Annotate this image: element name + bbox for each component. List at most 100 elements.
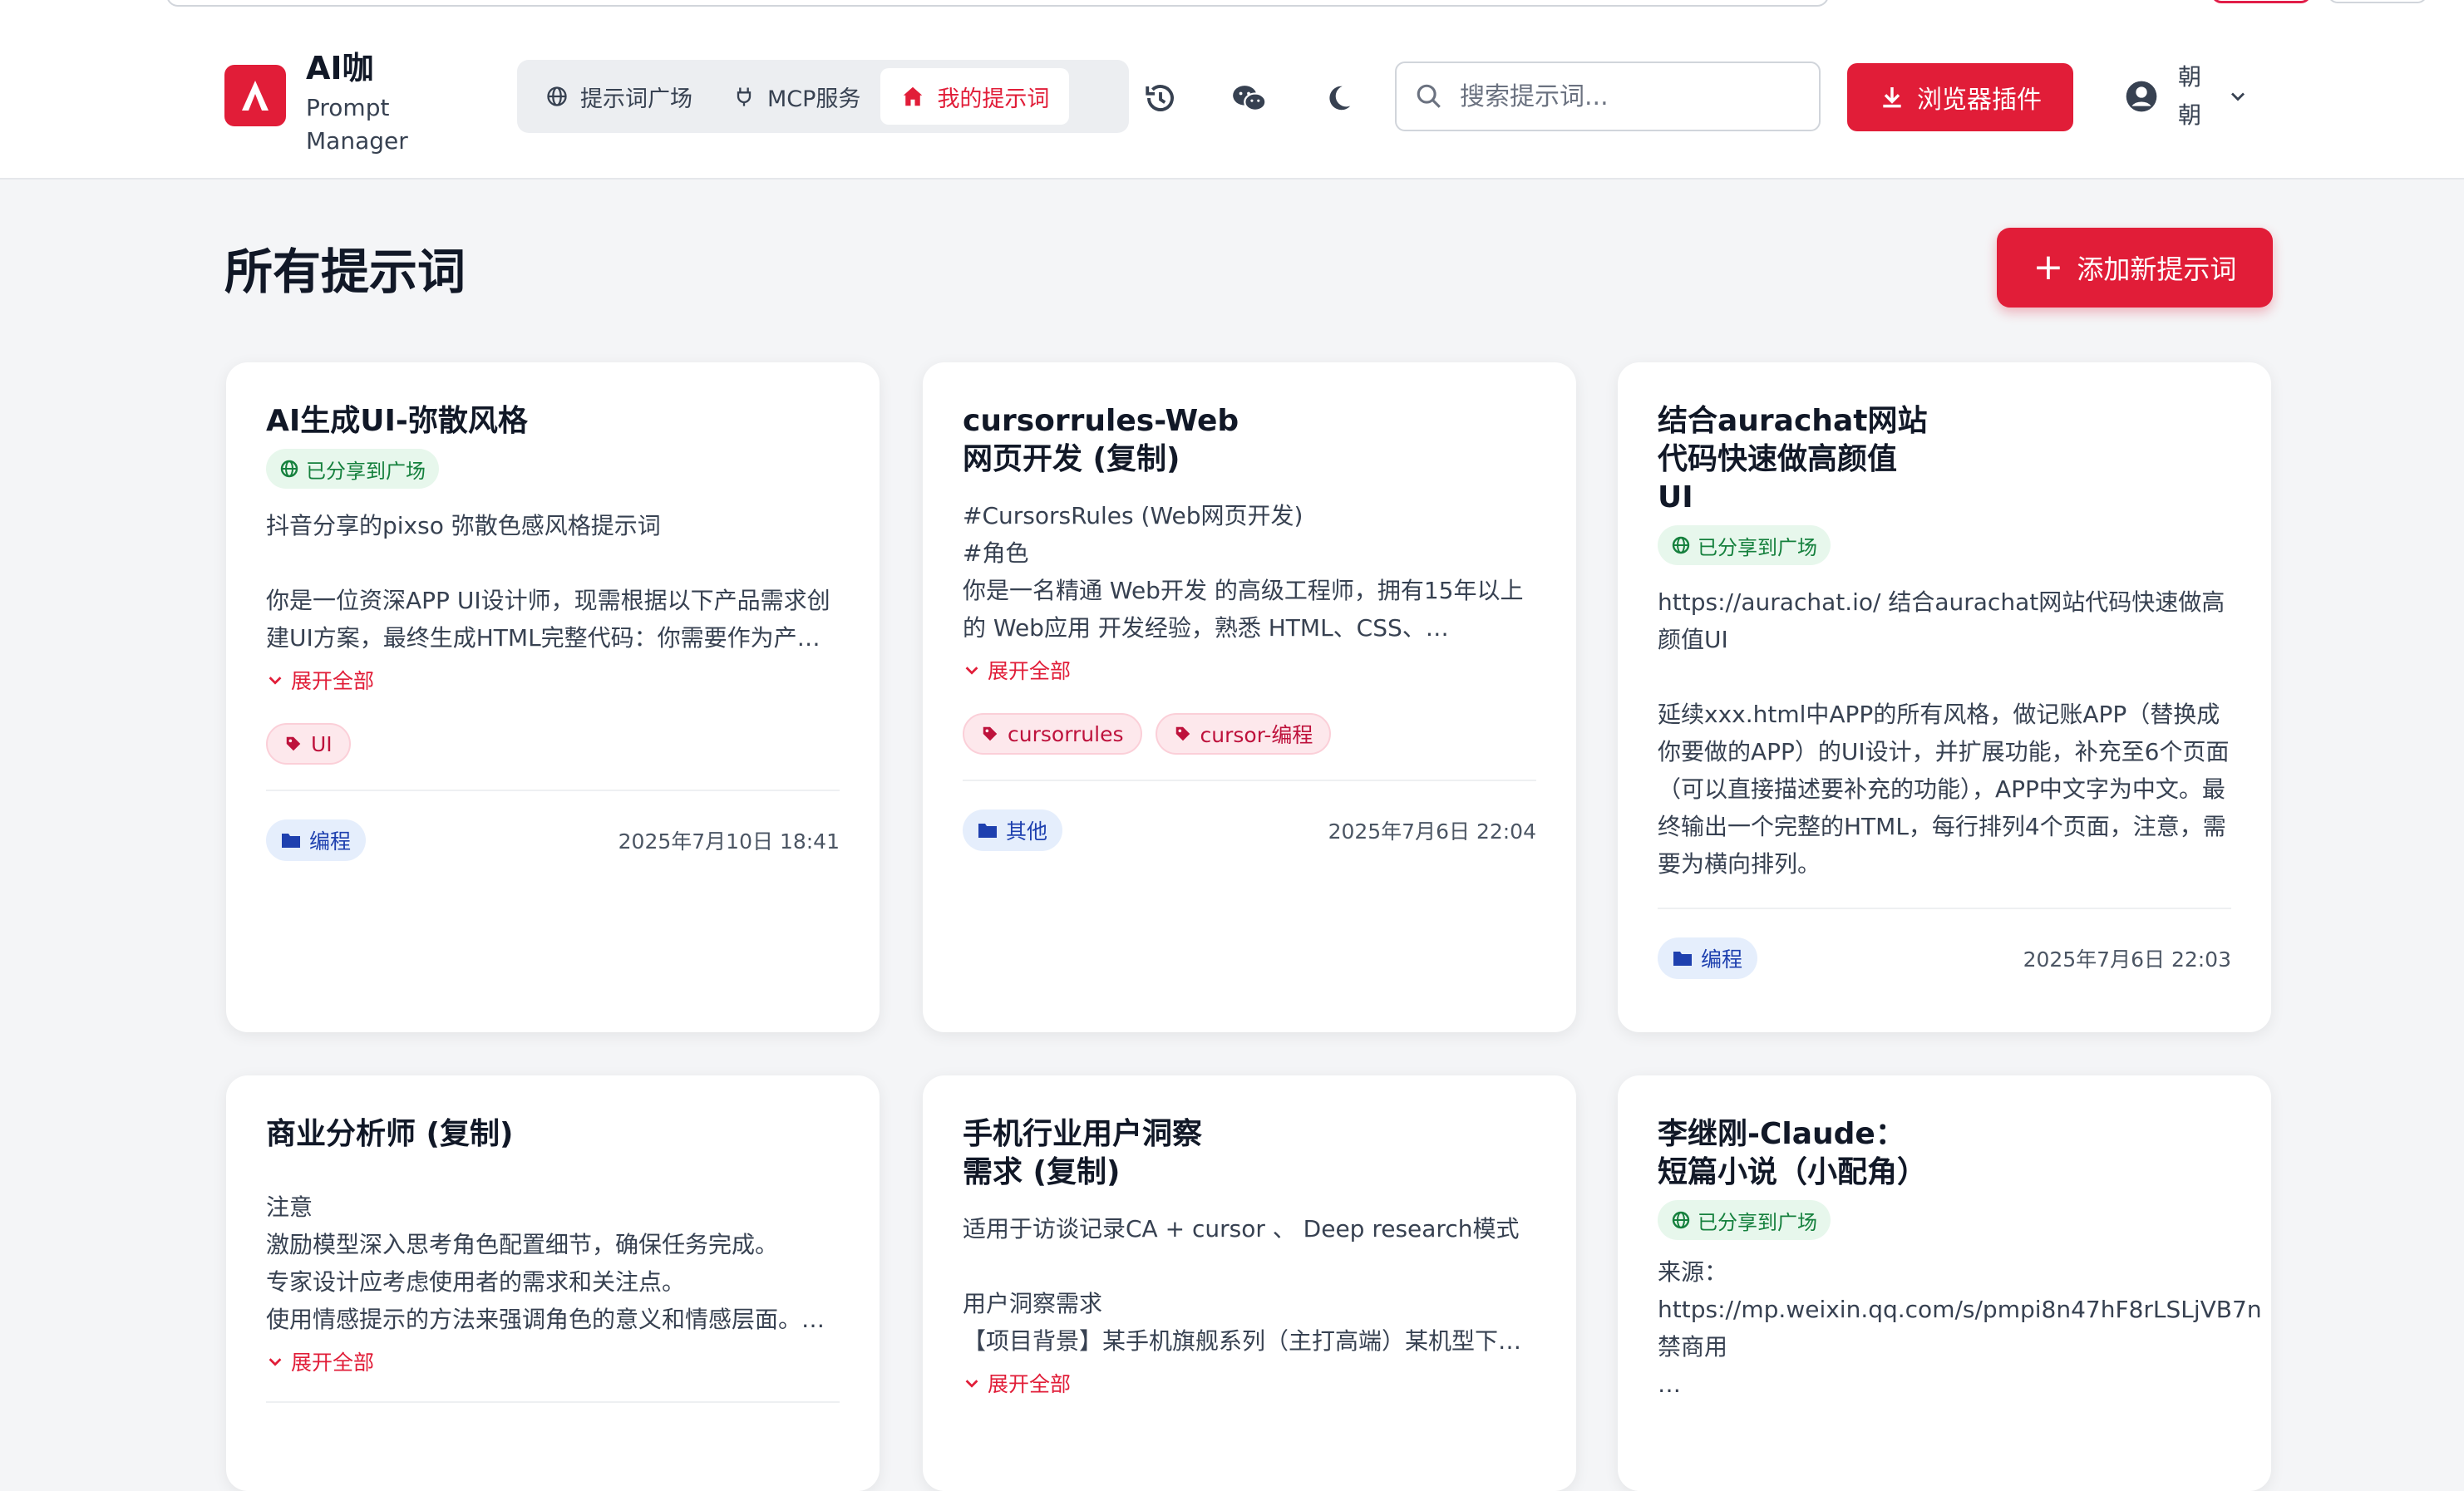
nav-label: 提示词广场 [580, 86, 692, 112]
prompt-card[interactable]: 李继刚-Claude： 短篇小说（小配角） 已分享到广场 来源： https:/… [1618, 1075, 2271, 1491]
category-badge[interactable]: 编程 [266, 819, 367, 861]
user-menu[interactable]: 朝朝 [2125, 58, 2250, 135]
chevron-down-icon [269, 1358, 282, 1366]
card-description: #CursorsRules (Web网页开发) #角色 你是一名精通 Web开发… [963, 502, 1524, 642]
expand-label: 展开全部 [291, 1351, 375, 1375]
add-button-label: 添加新提示词 [2077, 253, 2237, 285]
card-divider [963, 780, 1536, 781]
card-title: 结合aurachat网站 代码快速做高颜值 UI [1658, 404, 1928, 514]
chevron-down-icon [965, 1380, 978, 1388]
folder-icon [978, 824, 997, 838]
card-title: 商业分析师 (复制) [266, 1117, 514, 1151]
shared-badge: 已分享到广场 [266, 449, 439, 489]
brand-subtitle-line1: Prompt [306, 94, 390, 121]
card-description: 来源： https://mp.weixin.qq.com/s/pmpi8n47h… [1658, 1258, 2262, 1398]
card-divider [266, 790, 840, 791]
shared-label: 已分享到广场 [306, 459, 426, 483]
card-date: 2025年7月6日 22:03 [2023, 947, 2231, 972]
expand-all-link[interactable]: 展开全部 [963, 655, 1536, 685]
top-header: AI咖 Prompt Manager 提示词广场 MCP服务 我的提示词 浏览器… [0, 12, 2464, 180]
browser-plugin-button[interactable]: 浏览器插件 [1847, 63, 2073, 131]
tag-label: cursorrules [1008, 721, 1124, 746]
card-footer: 编程 2025年7月6日 22:03 [1658, 937, 2231, 979]
shared-label: 已分享到广场 [1698, 1210, 1817, 1234]
tag-icon [286, 736, 301, 751]
logo-a-icon [242, 81, 269, 111]
page-title: 所有提示词 [224, 244, 466, 300]
globe-icon [280, 460, 298, 478]
card-description: 适用于访谈记录CA + cursor 、 Deep research模式 用户洞… [963, 1215, 1522, 1355]
browser-action-button[interactable] [2211, 0, 2311, 3]
prompt-card[interactable]: 手机行业用户洞察 需求 (复制) 适用于访谈记录CA + cursor 、 De… [923, 1075, 1576, 1491]
tag[interactable]: cursorrules [963, 713, 1142, 755]
category-badge[interactable]: 编程 [1658, 937, 1758, 979]
card-description: https://aurachat.io/ 结合aurachat网站代码快速做高颜… [1658, 588, 2230, 878]
user-avatar-icon [2126, 81, 2157, 112]
browser-address-bar[interactable] [166, 0, 1829, 7]
tag-icon [983, 726, 998, 741]
user-name: 朝朝 [2178, 63, 2202, 129]
card-title: 手机行业用户洞察 需求 (复制) [963, 1117, 1203, 1189]
prompt-card[interactable]: cursorrules-Web 网页开发 (复制) #CursorsRules … [923, 362, 1576, 1032]
expand-label: 展开全部 [291, 669, 375, 693]
expand-all-link[interactable]: 展开全部 [266, 665, 840, 695]
search-icon [1417, 84, 1441, 108]
tag-label: cursor-编程 [1200, 723, 1313, 747]
expand-label: 展开全部 [988, 1372, 1072, 1396]
card-footer: 其他 2025年7月6日 22:04 [963, 809, 1536, 851]
nav-label: 我的提示词 [937, 86, 1050, 112]
card-title: AI生成UI-弥散风格 [266, 404, 528, 438]
expand-all-link[interactable]: 展开全部 [963, 1368, 1536, 1398]
moon-icon[interactable] [1320, 80, 1357, 116]
nav-my-prompts[interactable]: 我的提示词 [880, 68, 1070, 125]
tag-list: UI [266, 723, 840, 765]
tag-list: cursorrules cursor-编程 [963, 713, 1536, 755]
category-label: 其他 [1006, 819, 1048, 844]
tag-label: UI [311, 731, 333, 756]
card-title: 李继刚-Claude： 短篇小说（小配角） [1658, 1117, 1928, 1189]
card-description: 抖音分享的pixso 弥散色感风格提示词 你是一位资深APP UI设计师，现需根… [266, 512, 830, 652]
shared-badge: 已分享到广场 [1658, 525, 1831, 565]
card-date: 2025年7月10日 18:41 [618, 829, 840, 854]
chevron-down-icon [965, 667, 978, 675]
wechat-icon[interactable] [1230, 80, 1267, 116]
add-prompt-button[interactable]: + 添加新提示词 [1997, 228, 2273, 308]
nav-mcp-service[interactable]: MCP服务 [712, 68, 880, 125]
tag[interactable]: cursor-编程 [1155, 713, 1332, 755]
shared-label: 已分享到广场 [1698, 535, 1817, 559]
globe-icon [1672, 1211, 1690, 1229]
main-nav: 提示词广场 MCP服务 我的提示词 [517, 60, 1129, 133]
plus-icon: + [2033, 246, 2064, 288]
plugin-button-label: 浏览器插件 [1917, 86, 2042, 115]
search-input[interactable] [1460, 81, 1809, 111]
app-logo[interactable] [224, 65, 286, 126]
prompt-card[interactable]: 结合aurachat网站 代码快速做高颜值 UI 已分享到广场 https://… [1618, 362, 2271, 1032]
tag[interactable]: UI [266, 723, 351, 765]
tag-icon [1175, 726, 1190, 741]
category-label: 编程 [309, 829, 352, 854]
expand-all-link[interactable]: 展开全部 [266, 1346, 840, 1376]
prompt-card[interactable]: 商业分析师 (复制) 注意 激励模型深入思考角色配置细节，确保任务完成。 专家设… [226, 1075, 880, 1491]
card-footer: 编程 2025年7月10日 18:41 [266, 819, 840, 861]
globe-icon [1672, 536, 1690, 554]
expand-label: 展开全部 [988, 659, 1072, 683]
nav-label: MCP服务 [767, 86, 861, 112]
card-description: 注意 激励模型深入思考角色配置细节，确保任务完成。 专家设计应考虑使用者的需求和… [266, 1193, 825, 1333]
home-icon [904, 86, 923, 106]
category-label: 编程 [1701, 947, 1743, 972]
card-divider [266, 1401, 840, 1403]
prompt-card[interactable]: AI生成UI-弥散风格 已分享到广场 抖音分享的pixso 弥散色感风格提示词 … [226, 362, 880, 1032]
shared-badge: 已分享到广场 [1658, 1200, 1831, 1240]
browser-secondary-button[interactable] [2328, 0, 2427, 3]
download-icon [1883, 87, 1901, 108]
nav-prompt-plaza[interactable]: 提示词广场 [525, 68, 712, 125]
card-title: cursorrules-Web 网页开发 (复制) [963, 404, 1239, 476]
category-badge[interactable]: 其他 [963, 809, 1063, 851]
search-box[interactable] [1395, 62, 1821, 131]
history-icon[interactable] [1142, 80, 1179, 116]
card-date: 2025年7月6日 22:04 [1328, 819, 1536, 844]
chevron-down-icon [269, 677, 282, 685]
brand-title: AI咖 [306, 50, 374, 86]
browser-top-strip [0, 0, 2464, 12]
brand-subtitle-line2: Manager [306, 127, 408, 155]
